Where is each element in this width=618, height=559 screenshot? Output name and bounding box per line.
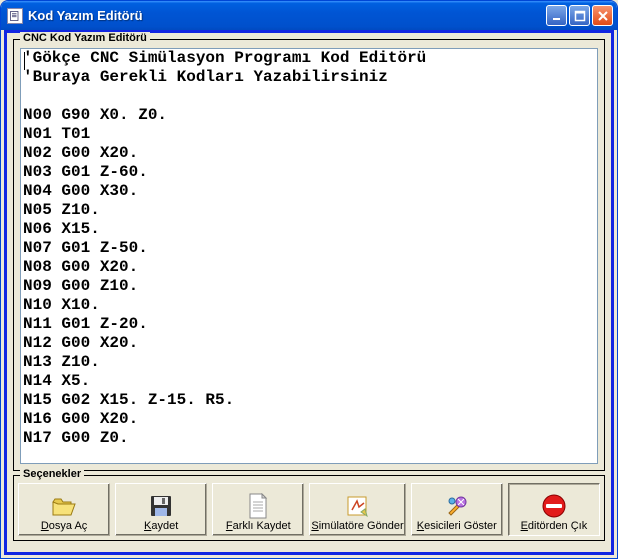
code-line: N09 G00 Z10.: [23, 277, 595, 296]
code-line: [23, 87, 595, 106]
window-controls: [546, 5, 613, 26]
floppy-disk-icon: [147, 493, 175, 519]
save-as-label: Farklı Kaydet: [226, 521, 291, 532]
code-line: N16 G00 X20.: [23, 410, 595, 429]
exit-editor-label: Editörden Çık: [521, 521, 588, 532]
folder-open-icon: [50, 493, 78, 519]
save-label: Kaydet: [144, 521, 178, 532]
code-line: 'Buraya Gerekli Kodları Yazabilirsiniz: [23, 68, 595, 87]
code-line: N03 G01 Z-60.: [23, 163, 595, 182]
app-icon: [7, 8, 23, 24]
options-legend: Seçenekler: [20, 468, 84, 480]
code-line: N14 X5.: [23, 372, 595, 391]
send-simulator-label: Simülatöre Gönder: [311, 521, 403, 532]
open-file-button[interactable]: Dosya Aç: [18, 483, 110, 536]
maximize-button[interactable]: [569, 5, 590, 26]
show-cutters-button[interactable]: Kesicileri Göster: [411, 483, 503, 536]
no-entry-icon: [540, 493, 568, 519]
code-line: N10 X10.: [23, 296, 595, 315]
code-editor[interactable]: 'Gökçe CNC Simülasyon Programı Kod Editö…: [20, 48, 598, 464]
options-group: Seçenekler Dosya Aç: [13, 475, 605, 541]
send-simulator-button[interactable]: Simülatöre Gönder: [309, 483, 405, 536]
close-button[interactable]: [592, 5, 613, 26]
window-title: Kod Yazım Editörü: [28, 8, 546, 23]
code-line: N08 G00 X20.: [23, 258, 595, 277]
minimize-button[interactable]: [546, 5, 567, 26]
code-line: N02 G00 X20.: [23, 144, 595, 163]
code-line: N13 Z10.: [23, 353, 595, 372]
open-file-label: Dosya Aç: [41, 521, 87, 532]
send-icon: [344, 493, 372, 519]
document-icon: [244, 493, 272, 519]
title-bar[interactable]: Kod Yazım Editörü: [1, 1, 617, 30]
client-area: CNC Kod Yazım Editörü 'Gökçe CNC Simülas…: [4, 30, 614, 555]
text-cursor: [24, 52, 25, 70]
code-line: N01 T01: [23, 125, 595, 144]
code-line: N06 X15.: [23, 220, 595, 239]
code-line: N11 G01 Z-20.: [23, 315, 595, 334]
exit-editor-button[interactable]: Editörden Çık: [508, 483, 600, 536]
code-line: 'Gökçe CNC Simülasyon Programı Kod Editö…: [23, 49, 595, 68]
save-as-button[interactable]: Farklı Kaydet: [212, 483, 304, 536]
editor-legend: CNC Kod Yazım Editörü: [20, 32, 150, 44]
save-button[interactable]: Kaydet: [115, 483, 207, 536]
tools-icon: [443, 493, 471, 519]
code-line: N17 G00 Z0.: [23, 429, 595, 448]
show-cutters-label: Kesicileri Göster: [417, 521, 497, 532]
code-line: N00 G90 X0. Z0.: [23, 106, 595, 125]
code-line: N04 G00 X30.: [23, 182, 595, 201]
toolbar: Dosya Aç Kaydet: [18, 483, 600, 536]
app-window: Kod Yazım Editörü CNC Kod Yazım Editörü …: [0, 0, 618, 559]
code-line: N05 Z10.: [23, 201, 595, 220]
editor-group: CNC Kod Yazım Editörü 'Gökçe CNC Simülas…: [13, 39, 605, 471]
code-line: N07 G01 Z-50.: [23, 239, 595, 258]
code-line: N15 G02 X15. Z-15. R5.: [23, 391, 595, 410]
code-line: N12 G00 X20.: [23, 334, 595, 353]
